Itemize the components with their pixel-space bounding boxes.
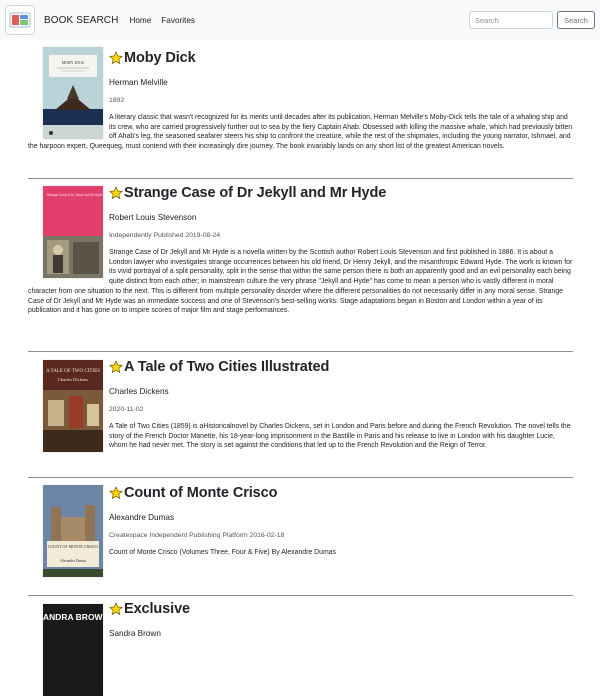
star-icon[interactable] — [109, 360, 123, 374]
book-description: A literary classic that wasn't recognize… — [28, 114, 573, 151]
book-description: Count of Monte Crisco (Volumes Three, Fo… — [109, 549, 336, 556]
brand-title[interactable]: BOOK SEARCH — [44, 15, 118, 26]
book-cover-count-of-monte-crisco[interactable]: COUNT OF MONTE CRISCO Alexandre Dumas — [43, 485, 103, 577]
book-description: A Tale of Two Cities (1859) is aHistoric… — [109, 423, 571, 450]
star-icon[interactable] — [109, 486, 123, 500]
book-publish-info: Independently Published 2019-08-24 — [109, 232, 221, 239]
cover-author-text: Charles Dickens — [58, 377, 88, 382]
book-cover-jekyll-hyde[interactable]: Strange Case of Dr Jekyll and Mr Hyde — [43, 186, 103, 278]
book-title[interactable]: A Tale of Two Cities Illustrated — [124, 359, 329, 375]
book-description: Strange Case of Dr Jekyll and Mr Hyde is… — [28, 249, 573, 315]
brand-logo-icon[interactable] — [5, 5, 35, 35]
book-item-moby-dick: MOBY DICK Moby Dick Herman Melville 1892… — [28, 47, 573, 179]
search-button[interactable]: Search — [557, 11, 595, 29]
book-title-row: Strange Case of Dr Jekyll and Mr Hyde — [109, 182, 573, 204]
book-title-row: Count of Monte Crisco — [109, 482, 573, 504]
book-title[interactable]: Exclusive — [124, 601, 190, 617]
cover-title-text: SANDRA BROWN — [43, 612, 103, 622]
nav-link-favorites[interactable]: Favorites — [161, 16, 195, 25]
book-cover-exclusive[interactable]: SANDRA BROWN — [43, 604, 103, 696]
book-title[interactable]: Moby Dick — [124, 50, 196, 66]
cover-title-text: Strange Case of Dr Jekyll and Mr Hyde — [47, 193, 102, 197]
navbar: BOOK SEARCH Home Favorites Search — [0, 0, 600, 40]
book-author: Sandra Brown — [109, 629, 161, 638]
book-title[interactable]: Strange Case of Dr Jekyll and Mr Hyde — [124, 185, 386, 201]
book-title-row: Exclusive — [109, 598, 573, 620]
book-author: Herman Melville — [109, 78, 168, 87]
cover-title-text: MOBY DICK — [62, 60, 85, 65]
book-publish-info: Createspace Independent Publishing Platf… — [109, 532, 285, 539]
book-title-row: Moby Dick — [109, 47, 573, 69]
cover-author-text: Alexandre Dumas — [60, 559, 87, 563]
book-publish-info: 2020-11-02 — [109, 406, 144, 413]
book-title-row: A Tale of Two Cities Illustrated — [109, 356, 573, 378]
star-icon[interactable] — [109, 51, 123, 65]
cover-title-text: COUNT OF MONTE CRISCO — [48, 544, 99, 549]
nav-link-home[interactable]: Home — [129, 16, 151, 25]
book-author: Alexandre Dumas — [109, 513, 175, 522]
book-cover-moby-dick[interactable]: MOBY DICK — [43, 47, 103, 139]
cover-title-text: A TALE OF TWO CITIES — [46, 369, 100, 374]
book-item-exclusive: SANDRA BROWN Exclusive Sandra Brown — [28, 596, 573, 696]
book-search-logo-icon — [9, 12, 31, 28]
book-item-tale-of-two-cities: A TALE OF TWO CITIES Charles Dickens A T… — [28, 352, 573, 478]
book-item-jekyll-hyde: Strange Case of Dr Jekyll and Mr Hyde St… — [28, 179, 573, 352]
book-author: Charles Dickens — [109, 387, 169, 396]
book-publish-info: 1892 — [109, 97, 125, 104]
star-icon[interactable] — [109, 602, 123, 616]
book-item-count-of-monte-crisco: COUNT OF MONTE CRISCO Alexandre Dumas Co… — [28, 478, 573, 596]
book-cover-tale-of-two-cities[interactable]: A TALE OF TWO CITIES Charles Dickens — [43, 360, 103, 452]
search-input[interactable] — [469, 11, 553, 29]
star-icon[interactable] — [109, 186, 123, 200]
book-title[interactable]: Count of Monte Crisco — [124, 485, 277, 501]
book-author: Robert Louis Stevenson — [109, 213, 197, 222]
